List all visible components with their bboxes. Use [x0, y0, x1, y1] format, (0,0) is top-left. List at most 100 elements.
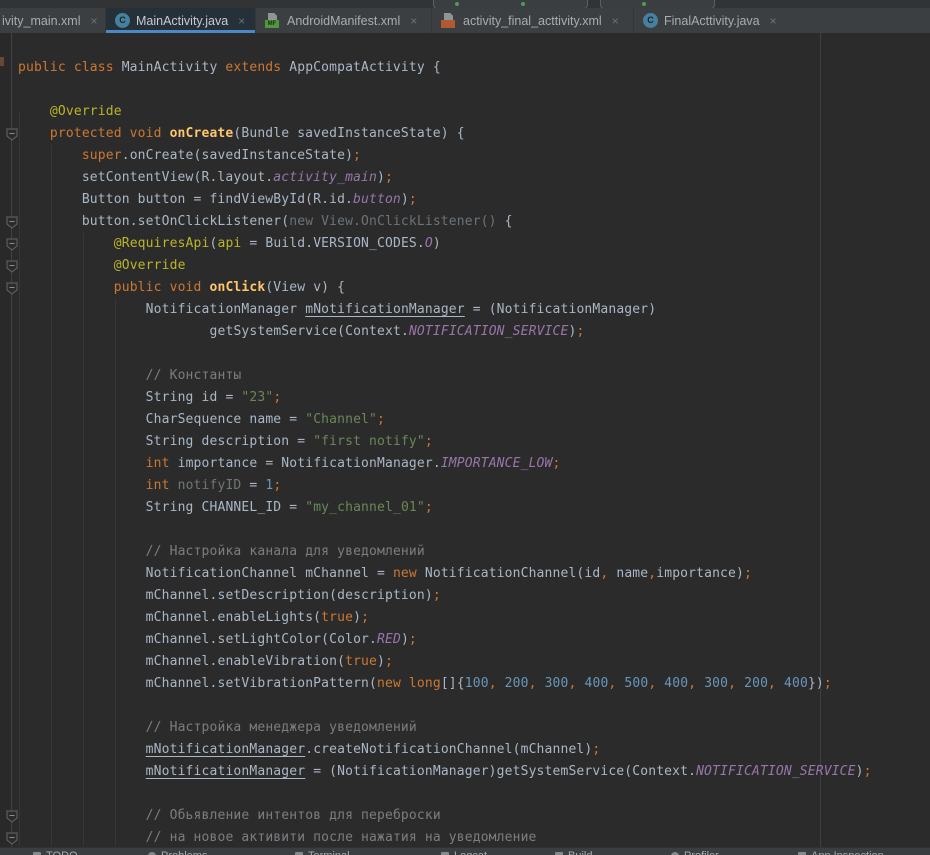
code-token: ; [425, 500, 433, 515]
code-token: ; [433, 588, 441, 603]
code-line[interactable]: button.setOnClickListener(new View.OnCli… [82, 211, 513, 233]
code-token: @Override [114, 258, 186, 273]
tab-androidmanifest-xml[interactable]: MF AndroidManifest.xml × [256, 8, 432, 33]
code-line[interactable]: mNotificationManager.createNotificationC… [146, 739, 601, 761]
code-token: ; [385, 654, 393, 669]
code-line[interactable]: NotificationManager mNotificationManager… [146, 299, 657, 321]
toolwindow-button-app-inspection[interactable]: App Inspection [798, 850, 884, 855]
code-line[interactable]: mNotificationManager = (NotificationMana… [146, 761, 872, 783]
toolwindow-button-build[interactable]: Build [555, 850, 592, 855]
code-token: , [728, 676, 736, 691]
code-line[interactable]: @Override [50, 101, 122, 123]
code-token: ; [385, 170, 393, 185]
tab-label: MainActivity.java [136, 14, 228, 28]
code-token: (View v) { [265, 280, 345, 295]
code-line[interactable]: // на новое активити после нажатия на ув… [146, 827, 537, 847]
close-icon[interactable]: × [238, 15, 245, 27]
code-token: activity_main [273, 170, 377, 185]
code-line[interactable]: mChannel.setVibrationPattern(new long[]{… [146, 673, 832, 695]
code-token: ; [361, 610, 369, 625]
code-line[interactable]: mChannel.setDescription(description); [146, 585, 441, 607]
code-token: @Override [50, 104, 122, 119]
code-token: String description = [146, 434, 314, 449]
tab-finalacttivity-java[interactable]: C FinalActtivity.java × [634, 8, 790, 33]
code-token: ) [353, 610, 361, 625]
code-line[interactable]: // Настройка канала для уведомлений [146, 541, 425, 563]
tab-activity-final-acttivity-xml[interactable]: activity_final_acttivity.xml × [432, 8, 634, 33]
code-token: ; [273, 390, 281, 405]
code-line[interactable]: getSystemService(Context.NOTIFICATION_SE… [210, 321, 585, 343]
code-line[interactable]: super.onCreate(savedInstanceState); [82, 145, 361, 167]
code-token [696, 676, 704, 691]
code-line[interactable]: String CHANNEL_ID = "my_channel_01"; [146, 497, 433, 519]
code-token: int [146, 456, 178, 471]
code-token: ; [553, 456, 561, 471]
code-line[interactable]: mChannel.enableVibration(true); [146, 651, 393, 673]
java-class-icon: C [115, 13, 130, 28]
close-icon[interactable]: × [770, 15, 777, 27]
code-line[interactable]: setContentView(R.layout.activity_main); [82, 167, 393, 189]
code-line[interactable]: int notifyID = 1; [146, 475, 282, 497]
code-line[interactable]: CharSequence name = "Channel"; [146, 409, 385, 431]
code-token: , [569, 676, 577, 691]
fold-marker-icon[interactable] [6, 810, 18, 823]
tab-mainactivity-java[interactable]: C MainActivity.java × [106, 8, 256, 33]
code-token: 300 [704, 676, 728, 691]
tab-activity-main-xml[interactable]: ivity_main.xml × [0, 8, 106, 33]
fold-marker-icon[interactable] [6, 216, 18, 229]
indent-guide [115, 299, 116, 846]
tab-label: FinalActtivity.java [664, 14, 760, 28]
editor[interactable]: public class MainActivity extends AppCom… [0, 33, 930, 847]
fold-marker-icon[interactable] [6, 238, 18, 251]
code-token: api [217, 236, 241, 251]
toolwindow-button-todo[interactable]: TODO [33, 850, 78, 855]
ide-window: ivity_main.xml × C MainActivity.java × M… [0, 0, 930, 855]
close-icon[interactable]: × [612, 15, 619, 27]
code-token: 200 [505, 676, 529, 691]
code-token: true [345, 654, 377, 669]
code-token: protected void [50, 126, 170, 141]
code-token: 400 [584, 676, 608, 691]
code-token: MainActivity [122, 60, 226, 75]
code-line[interactable]: String id = "23"; [146, 387, 282, 409]
code-line[interactable]: Button button = findViewById(R.id.button… [82, 189, 417, 211]
code-line[interactable]: // Обьявление интентов для переброски [146, 805, 441, 827]
code-token: 500 [624, 676, 648, 691]
code-line[interactable]: public class MainActivity extends AppCom… [18, 57, 441, 79]
code-line[interactable]: mChannel.enableLights(true); [146, 607, 369, 629]
toolwindow-button-profiler[interactable]: Profiler [671, 850, 719, 855]
code-token: extends [225, 60, 289, 75]
code-line[interactable]: public void onClick(View v) { [114, 277, 345, 299]
indent-guide [83, 233, 84, 846]
code-token: public void [114, 280, 210, 295]
fold-marker-icon[interactable] [6, 282, 18, 295]
code-token: name [608, 566, 648, 581]
fold-marker-icon[interactable] [6, 260, 18, 273]
code-token: RED [377, 632, 401, 647]
code-token: true [321, 610, 353, 625]
fold-marker-icon[interactable] [6, 832, 18, 845]
toolwindow-button-logcat[interactable]: Logcat [441, 850, 487, 855]
code-token: new long [377, 676, 441, 691]
code-line[interactable]: // Настройка менеджера уведомлений [146, 717, 417, 739]
toolwindow-button-terminal[interactable]: Terminal [295, 850, 350, 855]
code-line[interactable]: @RequiresApi(api = Build.VERSION_CODES.O… [114, 233, 441, 255]
code-line[interactable]: NotificationChannel mChannel = new Notif… [146, 563, 752, 585]
code-line[interactable]: int importance = NotificationManager.IMP… [146, 453, 561, 475]
close-icon[interactable]: × [410, 15, 417, 27]
code-line[interactable]: mChannel.setLightColor(Color.RED); [146, 629, 417, 651]
code-line[interactable]: String description = "first notify"; [146, 431, 433, 453]
fold-gutter [0, 33, 11, 847]
code-line[interactable]: @Override [114, 255, 186, 277]
status-dot-icon [521, 2, 525, 6]
toolwindow-button-label: App Inspection [811, 850, 884, 855]
close-icon[interactable]: × [91, 15, 98, 27]
toolwindow-button-problems[interactable]: Problems [148, 850, 207, 855]
code-line[interactable]: protected void onCreate(Bundle savedInst… [50, 123, 465, 145]
code-line[interactable]: // Константы [146, 365, 242, 387]
code-token: // на новое активити после нажатия на ув… [146, 830, 537, 845]
code-token: ) [377, 170, 385, 185]
code-token: , [768, 676, 776, 691]
device-selector-box[interactable] [600, 0, 715, 8]
fold-marker-icon[interactable] [6, 128, 18, 141]
